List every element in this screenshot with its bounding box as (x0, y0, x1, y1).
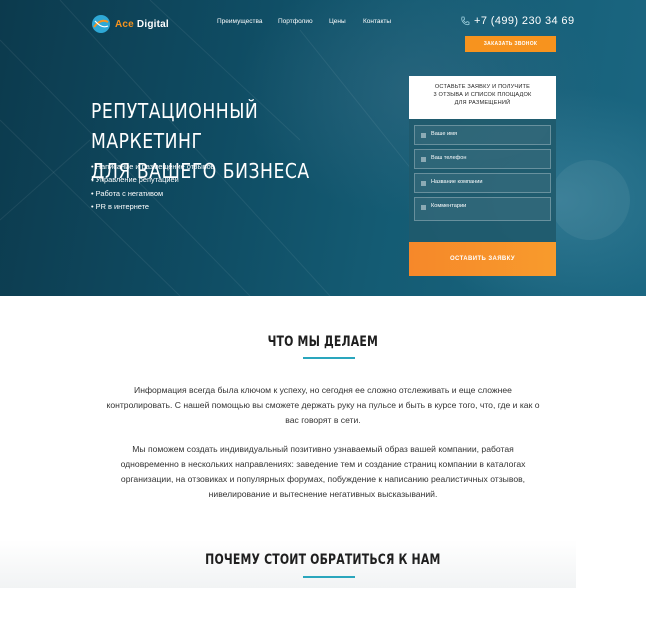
nav-item-contacts[interactable]: Контакты (363, 18, 391, 25)
form-heading-line3: для размещений (454, 100, 511, 106)
company-field-placeholder: Название компании (431, 179, 483, 185)
about-title: Что мы делаем (267, 334, 379, 350)
logo-text: Ace Digital (115, 18, 169, 30)
form-heading: Оставьте заявку и получите 3 отзыва и сп… (409, 76, 556, 119)
form-heading-line1: Оставьте заявку и получите (434, 84, 531, 90)
field-icon (421, 157, 426, 162)
callback-button[interactable]: Заказать звонок (465, 36, 556, 52)
lead-form: Оставьте заявку и получите 3 отзыва и сп… (409, 76, 556, 276)
list-item: Управление репутацией (91, 173, 215, 186)
nav-item-prices[interactable]: Цены (329, 18, 346, 25)
form-fields: Ваше имя Ваш телефон Название компании К… (409, 119, 556, 242)
comment-field-placeholder: Комментарии (431, 203, 467, 209)
why-title: Почему стоит обратиться к нам (205, 552, 441, 568)
submit-button[interactable]: Оставить заявку (409, 242, 556, 276)
about-paragraph-2: Мы поможем создать индивидуальный позити… (120, 444, 526, 499)
phone-icon (461, 16, 470, 26)
form-heading-line2: 3 отзыва и список площадок (433, 92, 532, 98)
hero-section: Ace Digital Преимущества Портфолио Цены … (0, 0, 646, 296)
list-item: Написание и размещение отзывов (91, 160, 215, 173)
name-field[interactable]: Ваше имя (414, 125, 551, 145)
phone-block[interactable]: +7 (499) 230 34 69 (460, 15, 574, 27)
field-icon (421, 205, 426, 210)
logo[interactable]: Ace Digital (91, 14, 169, 34)
phone-field[interactable]: Ваш телефон (414, 149, 551, 169)
nav-item-portfolio[interactable]: Портфолио (278, 18, 313, 25)
list-item: PR в интернете (91, 200, 215, 213)
about-title-underline (303, 357, 355, 359)
list-item: Работа с негативом (91, 187, 215, 200)
about-paragraph-1: Информация всегда была ключом к успеху, … (106, 385, 540, 425)
name-field-placeholder: Ваше имя (431, 131, 457, 137)
phone-number[interactable]: +7 (499) 230 34 69 (474, 15, 574, 27)
why-title-underline (303, 576, 355, 578)
comment-field[interactable]: Комментарии (414, 197, 551, 221)
phone-field-placeholder: Ваш телефон (431, 155, 467, 161)
field-icon (421, 181, 426, 186)
logo-mark-icon (92, 15, 110, 33)
hero-title-line1: Репутационный маркетинг (91, 99, 259, 153)
field-icon (421, 133, 426, 138)
services-list: Написание и размещение отзывов Управлени… (91, 160, 215, 213)
company-field[interactable]: Название компании (414, 173, 551, 193)
nav-item-advantages[interactable]: Преимущества (217, 18, 262, 25)
